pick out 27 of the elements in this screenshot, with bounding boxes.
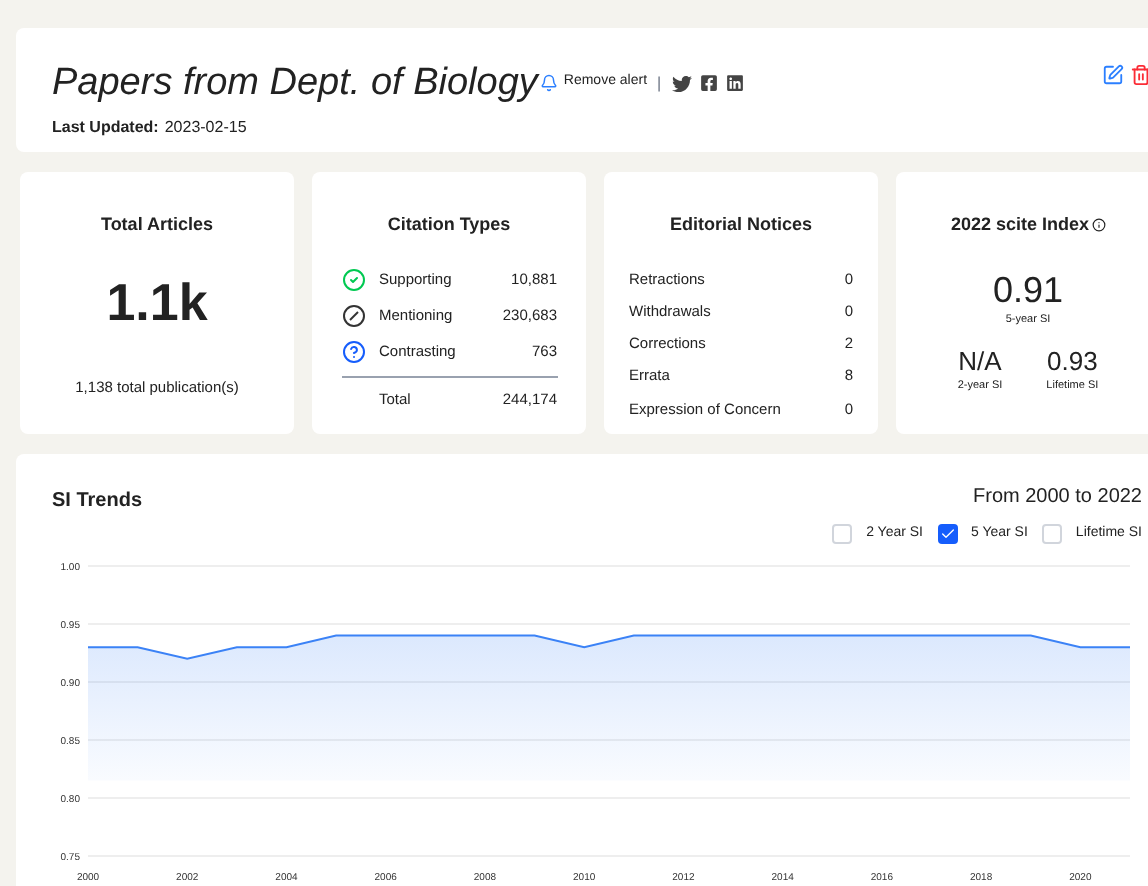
check-circle-icon [341, 267, 365, 291]
page-title: Papers from Dept. of Biology [52, 64, 538, 102]
facebook-icon[interactable] [699, 74, 718, 92]
si-value: N/A [958, 347, 1002, 374]
twitter-icon[interactable] [671, 73, 692, 93]
card-title: Editorial Notices [669, 212, 812, 238]
legend-checkbox[interactable] [832, 524, 853, 545]
legend-checkbox[interactable] [937, 524, 957, 545]
last-updated-date: 2023-02-15 [164, 116, 247, 140]
trash-icon[interactable] [1130, 64, 1148, 86]
info-icon[interactable] [1091, 218, 1106, 233]
linkedin-icon[interactable] [725, 74, 744, 92]
bell-icon [539, 74, 558, 92]
total-articles-value: 1.1k [106, 275, 208, 327]
card-title: Citation Types [387, 212, 511, 238]
edit-icon[interactable] [1102, 64, 1124, 86]
card-title: 2022 scite Index [950, 212, 1090, 238]
section-title: SI Trends [52, 488, 143, 516]
five-year-si-value: 0.91 [992, 271, 1064, 307]
date-range: From 2000 to 2022 [973, 484, 1142, 512]
question-circle-icon [341, 339, 365, 363]
slash-circle-icon [341, 303, 365, 327]
card-title: Total Articles [100, 212, 213, 238]
si-value: 0.93 [1047, 347, 1098, 374]
last-updated-label: Last Updated: [52, 116, 159, 140]
separator: | [657, 71, 662, 95]
legend-checkbox[interactable] [1041, 524, 1062, 545]
